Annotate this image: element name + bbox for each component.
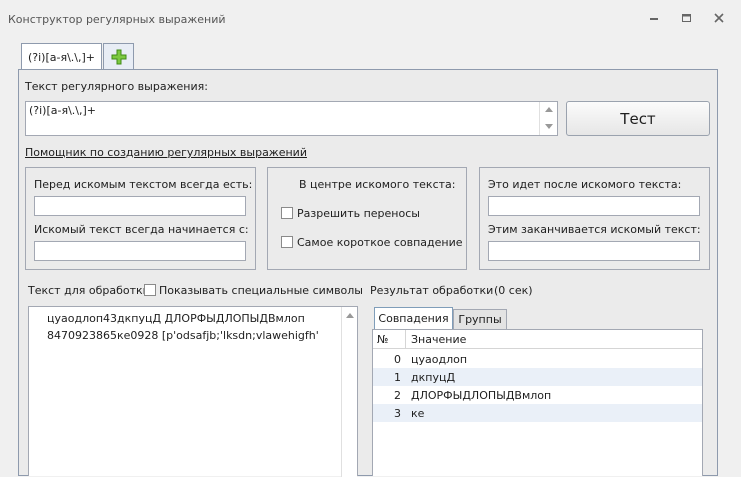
add-tab-button[interactable] (103, 43, 134, 70)
ends-with-input[interactable] (488, 241, 700, 261)
tab-groups[interactable]: Группы (453, 309, 507, 329)
input-text-line: цуаодлоп43дкпуцД ДЛОРФЫДЛОПЫДВмлоп (47, 312, 305, 325)
tab-groups-label: Группы (458, 313, 502, 326)
tab-matches-label: Совпадения (378, 312, 449, 325)
column-divider (405, 330, 406, 349)
shortest-match-label: Самое короткое совпадение (297, 236, 463, 249)
row-value: дкпуцД (411, 370, 456, 384)
regex-value: (?i)[а-я\.\,]+ (29, 104, 97, 117)
scroll-up-icon[interactable] (346, 313, 354, 318)
before-always-label: Перед искомым текстом всегда есть: (34, 178, 253, 191)
show-special-label: Показывать специальные символы (159, 284, 363, 297)
regex-input[interactable]: (?i)[а-я\.\,]+ (25, 101, 558, 136)
maximize-button[interactable] (676, 10, 696, 26)
tab-matches[interactable]: Совпадения (374, 307, 453, 329)
test-button-label: Тест (620, 109, 656, 128)
row-number: 0 (394, 352, 401, 366)
row-number: 1 (394, 370, 401, 384)
input-text-line: 8470923865ке0928 [p'odsafjb;'lksdn;vlawe… (47, 329, 319, 342)
table-row[interactable]: 2 ДЛОРФЫДЛОПЫДВмлоп (373, 386, 702, 404)
show-special-checkbox[interactable] (144, 284, 156, 296)
col-number-header[interactable]: № (377, 333, 388, 346)
row-value: ке (411, 406, 425, 420)
col-value-header[interactable]: Значение (411, 333, 466, 346)
maximize-icon (681, 14, 691, 22)
regex-label: Текст регулярного выражения: (25, 80, 208, 93)
window-title: Конструктор регулярных выражений (8, 13, 226, 26)
input-text-content: цуаодлоп43дкпуцД ДЛОРФЫДЛОПЫДВмлоп 84709… (47, 310, 319, 344)
after-input[interactable] (488, 196, 700, 216)
before-always-input[interactable] (34, 196, 246, 216)
shortest-match-checkbox[interactable] (281, 236, 293, 248)
row-number: 2 (394, 388, 401, 402)
input-text-area[interactable]: цуаодлоп43дкпуцД ДЛОРФЫДЛОПЫДВмлоп 84709… (28, 306, 358, 477)
center-label: В центре искомого текста: (299, 178, 456, 191)
plus-icon (111, 49, 126, 65)
minimize-icon (650, 18, 658, 20)
row-value: ДЛОРФЫДЛОПЫДВмлоп (411, 388, 552, 402)
scroll-down-icon[interactable] (545, 124, 553, 129)
test-button[interactable]: Тест (566, 101, 710, 136)
row-number: 3 (394, 406, 401, 420)
starts-with-input[interactable] (34, 241, 246, 261)
scroll-up-icon[interactable] (545, 107, 553, 112)
allow-wraps-label: Разрешить переносы (297, 207, 420, 220)
table-row[interactable]: 3 ке (373, 404, 702, 422)
tab-regex[interactable]: (?i)[а-я\.\,]+ (21, 43, 102, 70)
table-row[interactable]: 1 дкпуцД (373, 368, 702, 386)
regex-helper-link[interactable]: Помощник по созданию регулярных выражени… (25, 146, 307, 159)
input-text-scrollbar[interactable] (341, 307, 357, 477)
row-value: цуаодлоп (411, 352, 468, 366)
minimize-button[interactable] (644, 10, 664, 26)
results-table: № Значение 0 цуаодлоп 1 дкпуцД 2 ДЛОРФЫД… (372, 329, 703, 476)
close-button[interactable] (709, 10, 729, 26)
result-time: (0 сек) (494, 284, 533, 297)
allow-wraps-checkbox[interactable] (281, 207, 293, 219)
result-label: Результат обработки (370, 284, 494, 297)
results-table-header: № Значение (373, 330, 702, 349)
starts-with-label: Искомый текст всегда начинается с: (34, 223, 249, 236)
close-icon (714, 13, 724, 23)
regex-scrollbar[interactable] (539, 102, 557, 135)
ends-with-label: Этим заканчивается искомый текст: (488, 223, 701, 236)
tab-regex-label: (?i)[а-я\.\,]+ (27, 50, 95, 64)
after-label: Это идет после искомого текста: (488, 178, 682, 191)
table-row[interactable]: 0 цуаодлоп (373, 350, 702, 368)
input-text-label: Текст для обработки (28, 284, 150, 297)
